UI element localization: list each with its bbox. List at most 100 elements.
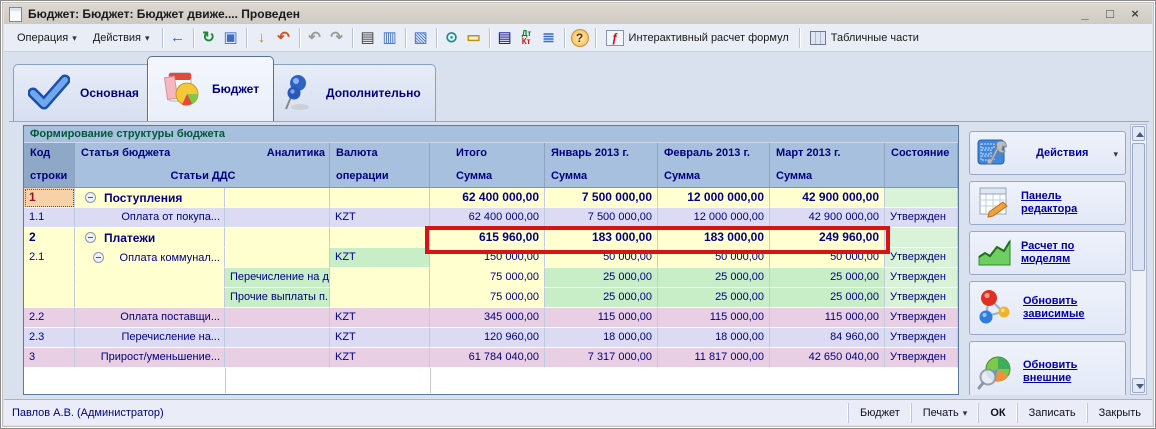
budget-button[interactable]: Бюджет [848,403,911,423]
numbered-list-icon[interactable] [538,27,560,49]
cell-state[interactable]: Утвержден [885,328,958,348]
table-row[interactable]: 3 Прирост/уменьшение... KZT 61 784 040,0… [24,348,958,368]
cell-state[interactable] [885,188,958,208]
cell-article[interactable]: Оплата от покупа... [75,208,225,228]
cell-february[interactable]: 25 000,00 [658,268,770,288]
table-row[interactable]: 1 Поступления 62 400 000,00 7 500 000,00… [24,188,958,208]
cell-state[interactable]: Утвержден [885,288,958,308]
cell-january[interactable]: 50 000,00 [545,248,658,268]
dt-kt-icon[interactable]: ДтКт [516,27,538,49]
scroll-down-icon[interactable] [1132,378,1145,393]
cell-article[interactable]: Платежи [75,228,225,248]
cell-analytics[interactable] [225,308,330,328]
unpost-document-icon[interactable] [273,27,295,49]
cell-march[interactable]: 42 900 000,00 [770,188,885,208]
save-button[interactable]: Записать [1017,403,1087,423]
tab-budget[interactable]: Бюджет [147,56,274,121]
cell-currency[interactable]: KZT [330,308,430,328]
cell-january[interactable]: 183 000,00 [545,228,658,248]
cell-article[interactable]: Оплата поставщи... [75,308,225,328]
actions-button[interactable]: Действия [969,131,1126,175]
cell-article[interactable]: Перечисление на... [75,328,225,348]
table-row[interactable]: 2.3 Перечисление на... KZT 120 960,00 18… [24,328,958,348]
help-icon[interactable] [571,29,589,47]
cell-january[interactable]: 25 000,00 [545,288,658,308]
cell-code[interactable]: 2.2 [24,308,75,328]
cell-currency[interactable]: KZT [330,328,430,348]
scroll-up-icon[interactable] [1132,126,1145,141]
tab-additional[interactable]: Дополнительно [263,64,436,121]
model-calc-button[interactable]: Расчет по моделям [969,231,1126,275]
cell-analytics[interactable]: Прочие выплаты п... [225,288,330,308]
cell-march[interactable]: 249 960,00 [770,228,885,248]
cell-code[interactable]: 3 [24,348,75,368]
list-settings-icon[interactable] [357,27,379,49]
table-row-highlighted[interactable]: 2 Платежи 615 960,00 183 000,00 183 000,… [24,228,958,248]
cell-march[interactable]: 50 000,00 [770,248,885,268]
cell-march[interactable]: 42 900 000,00 [770,208,885,228]
cell-total[interactable]: 120 960,00 [430,328,545,348]
cell-february[interactable]: 12 000 000,00 [658,188,770,208]
cell-february[interactable]: 18 000,00 [658,328,770,348]
cell-total[interactable]: 61 784 040,00 [430,348,545,368]
structure-subordination-icon[interactable] [441,27,463,49]
cell-february[interactable]: 115 000,00 [658,308,770,328]
clipboard-icon[interactable] [463,27,485,49]
refresh-icon[interactable] [198,27,220,49]
cell-analytics[interactable] [225,348,330,368]
collapse-icon[interactable] [85,232,96,243]
cell-analytics[interactable] [225,328,330,348]
post-document-icon[interactable] [251,27,273,49]
menu-actions[interactable]: Действия [85,28,158,48]
editor-panel-button[interactable]: Панель редактора [969,181,1126,225]
cell-code[interactable]: 1 [24,188,75,208]
menu-operation[interactable]: Операция [9,28,85,48]
cell-currency[interactable] [330,288,430,308]
collapse-icon[interactable] [93,252,104,263]
scrollbar-thumb[interactable] [1132,143,1145,271]
close-form-button[interactable]: Закрыть [1087,403,1152,423]
redo-icon[interactable] [326,27,348,49]
cell-january[interactable]: 18 000,00 [545,328,658,348]
cell-analytics[interactable]: Перечисление на д... [225,268,330,288]
cell-february[interactable]: 25 000,00 [658,288,770,308]
view-settings-icon[interactable] [379,27,401,49]
cell-article[interactable]: Поступления [75,188,225,208]
table-row[interactable]: Перечисление на д... 75 000,00 25 000,00… [24,268,958,288]
cell-february[interactable]: 11 817 000,00 [658,348,770,368]
preview-icon[interactable] [410,27,432,49]
cell-code[interactable]: 2.1 [24,248,75,268]
cell-code[interactable] [24,288,75,308]
report-icon[interactable] [494,27,516,49]
cell-analytics[interactable] [225,208,330,228]
cell-analytics[interactable] [225,188,330,208]
update-dependent-button[interactable]: Обновить зависимые [969,281,1126,335]
cell-total[interactable]: 345 000,00 [430,308,545,328]
close-button[interactable]: × [1127,6,1143,22]
cell-total[interactable]: 75 000,00 [430,268,545,288]
cell-currency[interactable] [330,188,430,208]
cell-article[interactable] [75,268,225,288]
table-row[interactable]: 2.1 Оплата коммунал... KZT 150 000,00 50… [24,248,958,268]
print-button[interactable]: Печать [911,403,979,423]
cell-code[interactable]: 2 [24,228,75,248]
cell-march[interactable]: 42 650 040,00 [770,348,885,368]
maximize-button[interactable]: □ [1102,6,1118,22]
cell-january[interactable]: 7 317 000,00 [545,348,658,368]
cell-state[interactable]: Утвержден [885,248,958,268]
ok-button[interactable]: ОК [978,403,1016,423]
cell-analytics[interactable] [225,228,330,248]
cell-state[interactable]: Утвержден [885,348,958,368]
cell-state[interactable]: Утвержден [885,308,958,328]
collapse-icon[interactable] [85,192,96,203]
cell-currency[interactable]: KZT [330,208,430,228]
cell-total[interactable]: 62 400 000,00 [430,188,545,208]
reread-icon[interactable] [167,27,189,49]
cell-january[interactable]: 7 500 000,00 [545,188,658,208]
cell-code[interactable]: 1.1 [24,208,75,228]
copy-add-icon[interactable] [220,27,242,49]
cell-february[interactable]: 12 000 000,00 [658,208,770,228]
cell-february[interactable]: 183 000,00 [658,228,770,248]
cell-march[interactable]: 84 960,00 [770,328,885,348]
cell-article[interactable]: Оплата коммунал... [75,248,225,268]
